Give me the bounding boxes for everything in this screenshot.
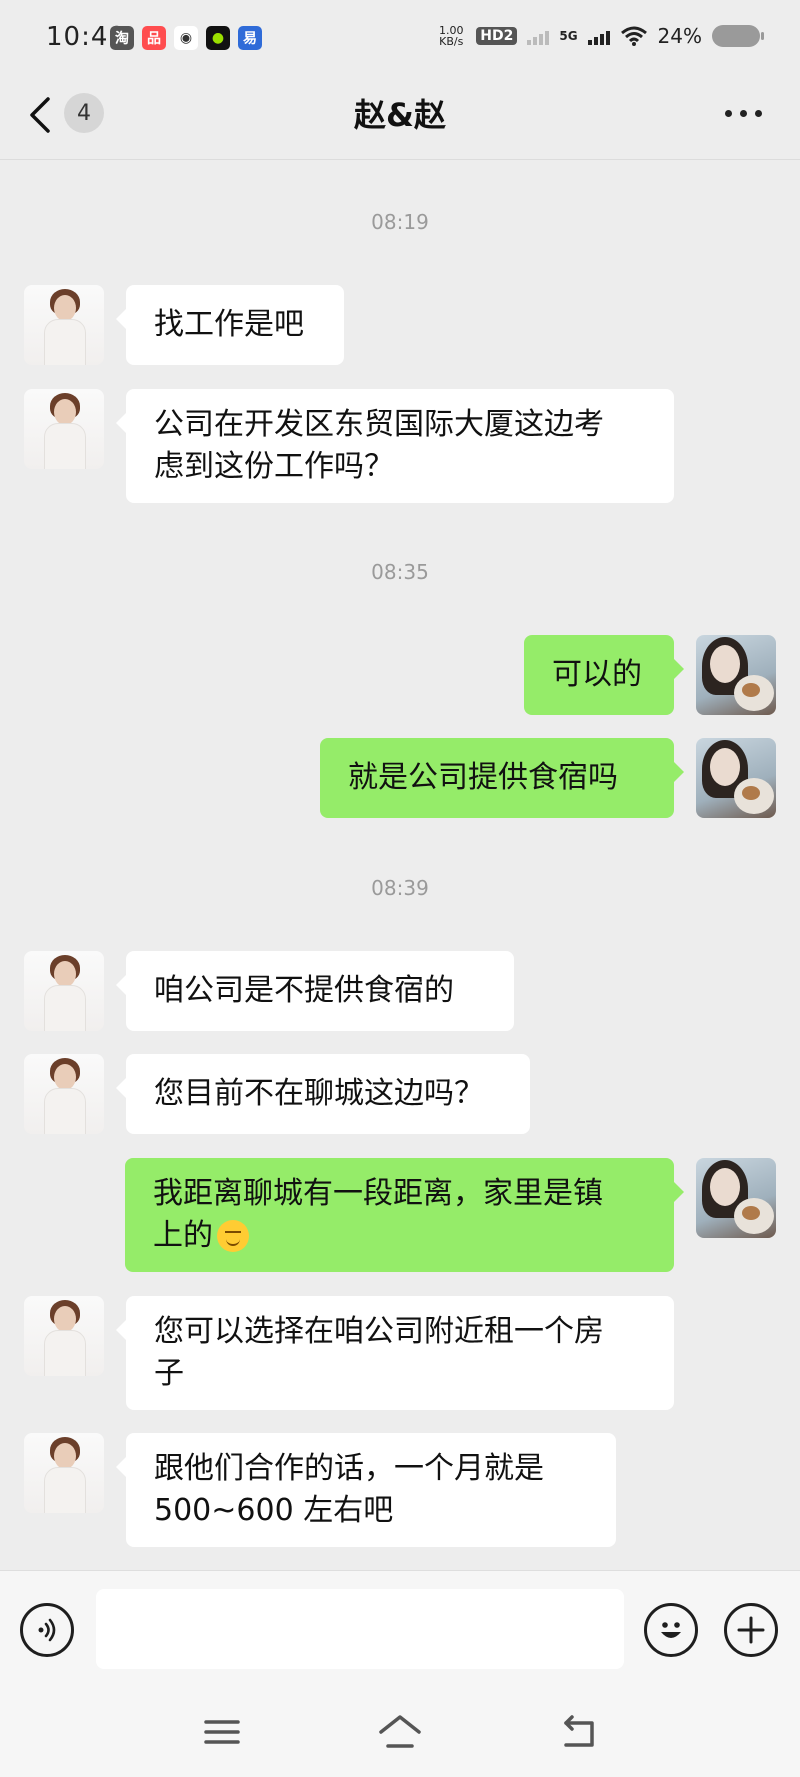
back-nav-button[interactable]	[548, 1710, 608, 1754]
home-button[interactable]	[370, 1710, 430, 1754]
plus-icon	[737, 1616, 765, 1644]
weibo-icon: ◉	[174, 26, 198, 50]
chat-header: 4 赵&赵	[0, 70, 800, 160]
input-bar	[0, 1570, 800, 1690]
voice-button[interactable]	[20, 1603, 74, 1657]
message-incoming[interactable]: 咱公司是不提供食宿的	[116, 951, 514, 1031]
voice-icon	[38, 1618, 56, 1642]
app-green-icon: ●	[206, 26, 230, 50]
back-nav-icon	[564, 1715, 594, 1747]
message-incoming[interactable]: 您目前不在聊城这边吗？	[116, 1054, 530, 1134]
network-speed: 1.00 KB/s	[439, 24, 464, 48]
hd-icon: HD2	[476, 27, 518, 45]
status-indicators: 1.00 KB/s HD2 5G 24%	[436, 24, 764, 48]
timestamp: 08:19	[371, 210, 429, 234]
status-bar: 10:40 淘 品 ◉ ● 易 1.00 KB/s HD2 5G 24%	[0, 0, 800, 70]
signal-icon-sim2	[587, 27, 610, 45]
more-button[interactable]	[725, 110, 762, 117]
system-nav-bar	[0, 1690, 800, 1777]
contact-avatar[interactable]	[24, 389, 104, 469]
contact-avatar[interactable]	[24, 951, 104, 1031]
contact-avatar[interactable]	[24, 285, 104, 365]
menu-icon	[204, 1720, 240, 1744]
message-incoming[interactable]: 您可以选择在咱公司附近租一个房 子	[116, 1296, 674, 1410]
message-outgoing[interactable]: 就是公司提供食宿吗	[320, 738, 684, 818]
message-incoming[interactable]: 找工作是吧	[116, 285, 344, 365]
emoji-icon	[661, 1622, 681, 1638]
wifi-icon	[620, 26, 647, 46]
chat-title: 赵&赵	[354, 96, 446, 134]
menu-button[interactable]	[192, 1710, 252, 1754]
my-avatar[interactable]	[696, 1158, 776, 1238]
status-app-icons: 淘 品 ◉ ● 易	[110, 26, 262, 50]
contact-avatar[interactable]	[24, 1433, 104, 1513]
contact-avatar[interactable]	[24, 1296, 104, 1376]
plus-button[interactable]	[724, 1603, 778, 1657]
network-type: 5G	[559, 29, 578, 43]
app-blue-icon: 易	[238, 26, 262, 50]
message-outgoing[interactable]: 我距离聊城有一段距离，家里是镇 上的	[125, 1158, 684, 1272]
message-incoming[interactable]: 公司在开发区东贸国际大厦这边考 虑到这份工作吗？	[116, 389, 674, 503]
timestamp: 08:35	[371, 560, 429, 584]
taobao-icon: 淘	[110, 26, 134, 50]
home-icon	[379, 1715, 421, 1748]
smile-emoji-icon	[217, 1220, 249, 1252]
emoji-button[interactable]	[644, 1603, 698, 1657]
my-avatar[interactable]	[696, 738, 776, 818]
timestamp: 08:39	[371, 876, 429, 900]
battery-icon	[712, 25, 764, 47]
my-avatar[interactable]	[696, 635, 776, 715]
more-icon	[725, 110, 732, 117]
message-input[interactable]	[96, 1589, 624, 1669]
message-outgoing[interactable]: 可以的	[524, 635, 684, 715]
contact-avatar[interactable]	[24, 1054, 104, 1134]
signal-icon-sim1	[527, 27, 550, 45]
message-incoming[interactable]: 跟他们合作的话，一个月就是 500~600 左右吧	[116, 1433, 616, 1547]
battery-percent: 24%	[657, 24, 702, 48]
app-red-icon: 品	[142, 26, 166, 50]
